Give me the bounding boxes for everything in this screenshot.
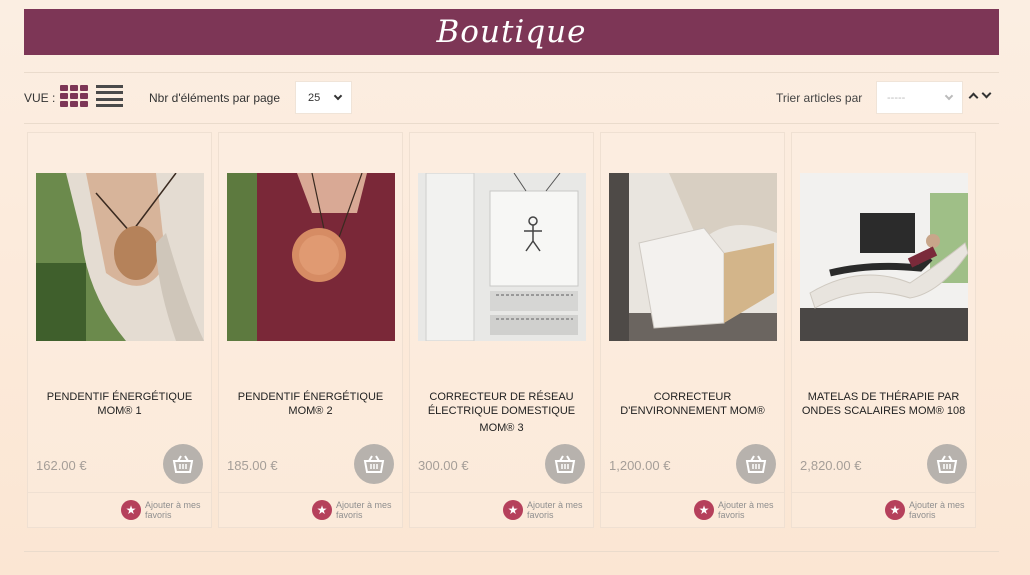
product-image-environment-corrector[interactable]	[609, 173, 777, 341]
add-to-cart-button[interactable]	[927, 444, 967, 484]
sort-label: Trier articles par	[776, 91, 863, 105]
product-price: 2,820.00 €	[800, 458, 862, 473]
product-card[interactable]: PENDENTIF ÉNERGÉTIQUE MOM® 1 162.00 € ★ …	[27, 132, 212, 528]
product-price: 185.00 €	[227, 458, 278, 473]
divider	[219, 492, 402, 493]
add-to-cart-button[interactable]	[545, 444, 585, 484]
list-view-icon[interactable]	[96, 85, 123, 107]
add-to-favorites[interactable]: ★ Ajouter à mes favoris	[121, 500, 205, 520]
per-page-label: Nbr d'éléments par page	[149, 91, 281, 105]
basket-icon	[363, 455, 385, 473]
view-label: VUE :	[24, 91, 56, 105]
sort-ascending-icon[interactable]	[968, 92, 979, 103]
listing-toolbar: VUE : Nbr d'éléments par page 25 Trier a…	[24, 78, 999, 118]
grid-view-icon[interactable]	[60, 85, 88, 107]
product-name[interactable]: CORRECTEUR D'ENVIRONNEMENT MOM®	[609, 390, 776, 418]
divider	[410, 492, 593, 493]
product-name[interactable]: MATELAS DE THÉRAPIE PAR ONDES SCALAIRES …	[800, 390, 967, 418]
chevron-down-icon	[944, 91, 954, 101]
add-to-cart-button[interactable]	[736, 444, 776, 484]
star-icon: ★	[694, 500, 714, 520]
product-card[interactable]: CORRECTEUR DE RÉSEAU ÉLECTRIQUE DOMESTIQ…	[409, 132, 594, 528]
star-icon: ★	[885, 500, 905, 520]
add-to-cart-button[interactable]	[354, 444, 394, 484]
star-icon: ★	[121, 500, 141, 520]
divider	[24, 123, 999, 124]
add-to-favorites[interactable]: ★ Ajouter à mes favoris	[312, 500, 396, 520]
divider	[28, 492, 211, 493]
divider	[24, 72, 999, 73]
sort-descending-icon[interactable]	[981, 88, 992, 99]
product-price: 300.00 €	[418, 458, 469, 473]
product-image-pendant-2[interactable]	[227, 173, 395, 341]
sort-select[interactable]: -----	[876, 81, 963, 114]
product-image-pendant-1[interactable]	[36, 173, 204, 341]
product-card[interactable]: PENDENTIF ÉNERGÉTIQUE MOM® 2 185.00 € ★ …	[218, 132, 403, 528]
product-card[interactable]: MATELAS DE THÉRAPIE PAR ONDES SCALAIRES …	[791, 132, 976, 528]
product-name[interactable]: CORRECTEUR DE RÉSEAU ÉLECTRIQUE DOMESTIQ…	[418, 390, 585, 435]
basket-icon	[745, 455, 767, 473]
add-to-favorites[interactable]: ★ Ajouter à mes favoris	[694, 500, 778, 520]
sort-value: -----	[887, 91, 906, 104]
star-icon: ★	[312, 500, 332, 520]
per-page-value: 25	[308, 91, 321, 104]
divider	[24, 551, 999, 552]
product-name[interactable]: PENDENTIF ÉNERGÉTIQUE MOM® 1	[36, 390, 203, 418]
page-title: Boutique	[436, 14, 587, 50]
chevron-down-icon	[333, 91, 343, 101]
product-card[interactable]: CORRECTEUR D'ENVIRONNEMENT MOM® 1,200.00…	[600, 132, 785, 528]
product-price: 1,200.00 €	[609, 458, 671, 473]
product-image-therapy-mattress[interactable]	[800, 173, 968, 341]
basket-icon	[936, 455, 958, 473]
product-image-network-corrector[interactable]	[418, 173, 586, 341]
basket-icon	[172, 455, 194, 473]
product-name[interactable]: PENDENTIF ÉNERGÉTIQUE MOM® 2	[227, 390, 394, 418]
star-icon: ★	[503, 500, 523, 520]
basket-icon	[554, 455, 576, 473]
per-page-select[interactable]: 25	[295, 81, 352, 114]
divider	[792, 492, 975, 493]
product-price: 162.00 €	[36, 458, 87, 473]
add-to-favorites[interactable]: ★ Ajouter à mes favoris	[503, 500, 587, 520]
divider	[601, 492, 784, 493]
add-to-favorites[interactable]: ★ Ajouter à mes favoris	[885, 500, 969, 520]
boutique-banner: Boutique	[24, 9, 999, 55]
add-to-cart-button[interactable]	[163, 444, 203, 484]
